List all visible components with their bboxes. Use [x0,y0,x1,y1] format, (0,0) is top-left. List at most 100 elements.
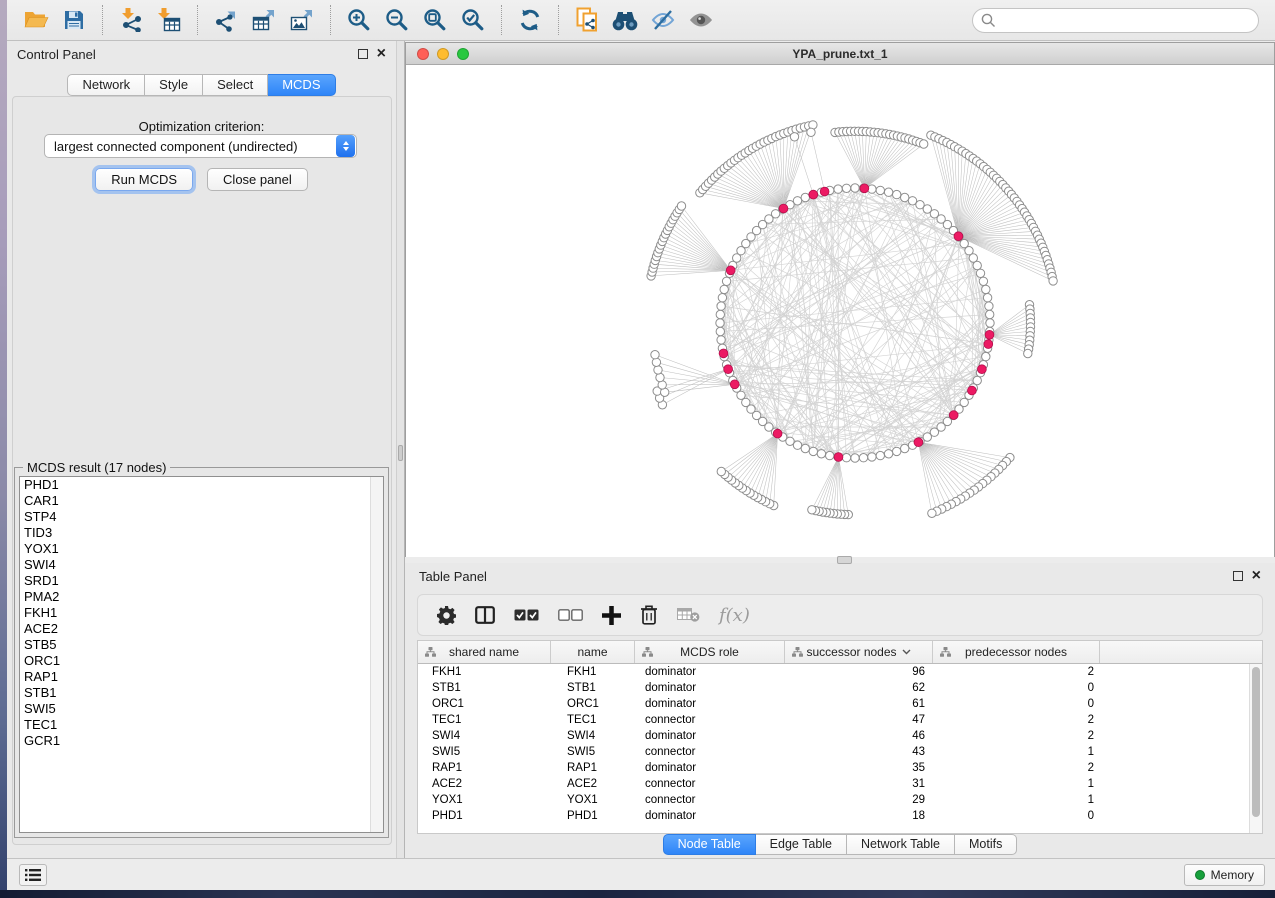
table-scrollbar-thumb[interactable] [1252,667,1260,817]
float-panel-icon[interactable] [358,49,368,59]
mcds-result-node[interactable]: SRD1 [20,573,383,589]
network-canvas[interactable] [406,65,1274,557]
mcds-result-node[interactable]: STB1 [20,685,383,701]
mcds-result-node[interactable]: STP4 [20,509,383,525]
export-image-icon[interactable] [283,3,321,37]
cell-mcds_role: dominator [635,762,785,774]
float-table-panel-icon[interactable] [1233,571,1243,581]
close-panel-icon[interactable]: × [377,49,386,59]
mcds-result-node[interactable]: CAR1 [20,493,383,509]
cell-successor_nodes: 96 [785,666,933,678]
table-row[interactable]: PHD1PHD1dominator180 [418,808,1262,824]
save-session-icon[interactable] [55,3,93,37]
column-header-filler [1100,641,1262,663]
network-window-title: YPA_prune.txt_1 [792,47,887,61]
mcds-result-list: PHD1CAR1STP4TID3YOX1SWI4SRD1PMA2FKH1ACE2… [19,476,384,833]
cell-shared_name: TEC1 [418,714,551,726]
refresh-icon[interactable] [511,3,549,37]
column-header-MCDS-role[interactable]: MCDS role [635,641,785,663]
control-panel-title: Control Panel [17,47,96,62]
delete-trash-icon[interactable] [640,605,658,625]
mcds-result-node[interactable]: SWI5 [20,701,383,717]
delete-table-icon[interactable] [677,608,700,622]
column-header-predecessor-nodes[interactable]: predecessor nodes [933,641,1100,663]
import-table-icon[interactable] [150,3,188,37]
network-window-titlebar[interactable]: YPA_prune.txt_1 [406,43,1274,65]
open-file-icon[interactable] [17,3,55,37]
mcds-result-node[interactable]: RAP1 [20,669,383,685]
table-scrollbar[interactable] [1249,664,1262,833]
export-table-icon[interactable] [245,3,283,37]
cell-shared_name: PHD1 [418,810,551,822]
minimize-window-icon[interactable] [437,48,449,60]
task-history-button[interactable] [19,864,47,886]
zoom-fit-icon[interactable] [416,3,454,37]
mcds-result-node[interactable]: GCR1 [20,733,383,749]
table-row[interactable]: TEC1TEC1connector472 [418,712,1262,728]
table-settings-gear-icon[interactable] [437,606,456,625]
cell-mcds_role: connector [635,794,785,806]
mcds-result-node[interactable]: YOX1 [20,541,383,557]
mcds-result-node[interactable]: STB5 [20,637,383,653]
table-row[interactable]: RAP1RAP1dominator352 [418,760,1262,776]
first-neighbors-icon[interactable] [606,3,644,37]
search-input[interactable] [972,8,1259,33]
mcds-list-scrollbar[interactable] [370,477,383,832]
mcds-result-node[interactable]: FKH1 [20,605,383,621]
table-row[interactable]: ORC1ORC1dominator610 [418,696,1262,712]
mcds-result-node[interactable]: ACE2 [20,621,383,637]
tab-style[interactable]: Style [145,74,203,96]
table-row[interactable]: STB1STB1dominator620 [418,680,1262,696]
cell-name: ORC1 [551,698,635,710]
table-row[interactable]: FKH1FKH1dominator962 [418,664,1262,680]
add-row-plus-icon[interactable] [602,606,621,625]
vertical-splitter[interactable] [396,41,405,858]
maximize-window-icon[interactable] [457,48,469,60]
hide-selected-icon[interactable] [644,3,682,37]
mcds-result-node[interactable]: ORC1 [20,653,383,669]
table-row[interactable]: SWI4SWI4dominator462 [418,728,1262,744]
import-network-icon[interactable] [112,3,150,37]
zoom-out-icon[interactable] [378,3,416,37]
show-all-icon[interactable] [682,3,720,37]
cell-predecessor_nodes: 0 [933,682,1100,694]
column-header-successor-nodes[interactable]: successor nodes [785,641,933,663]
select-all-icon[interactable] [514,609,539,621]
tab-node-table[interactable]: Node Table [663,834,756,855]
table-row[interactable]: ACE2ACE2connector311 [418,776,1262,792]
tab-edge-table[interactable]: Edge Table [756,834,847,855]
memory-button[interactable]: Memory [1184,864,1265,886]
horizontal-splitter-grip[interactable] [837,556,852,564]
close-panel-button[interactable]: Close panel [207,168,308,191]
table-row[interactable]: SWI5SWI5connector431 [418,744,1262,760]
close-table-panel-icon[interactable]: × [1252,571,1261,581]
mcds-result-node[interactable]: TEC1 [20,717,383,733]
zoom-in-icon[interactable] [340,3,378,37]
tab-mcds[interactable]: MCDS [268,74,335,96]
mcds-result-node[interactable]: PHD1 [20,477,383,493]
cell-name: ACE2 [551,778,635,790]
function-builder-icon[interactable]: f(x) [719,605,750,626]
deselect-all-icon[interactable] [558,609,583,621]
mcds-result-node[interactable]: TID3 [20,525,383,541]
memory-status-dot-icon [1195,870,1205,880]
splitter-grip[interactable] [398,445,403,461]
export-network-icon[interactable] [207,3,245,37]
column-header-name[interactable]: name [551,641,635,663]
cell-predecessor_nodes: 1 [933,778,1100,790]
run-mcds-button[interactable]: Run MCDS [95,168,193,191]
tab-select[interactable]: Select [203,74,268,96]
mcds-result-node[interactable]: PMA2 [20,589,383,605]
table-row[interactable]: YOX1YOX1connector291 [418,792,1262,808]
mcds-result-node[interactable]: SWI4 [20,557,383,573]
duplicate-network-icon[interactable] [568,3,606,37]
column-header-shared-name[interactable]: shared name [418,641,551,663]
zoom-selected-icon[interactable] [454,3,492,37]
optimization-criterion-dropdown[interactable]: largest connected component (undirected) [44,134,357,158]
tab-network[interactable]: Network [67,74,145,96]
close-window-icon[interactable] [417,48,429,60]
tab-network-table[interactable]: Network Table [847,834,955,855]
cell-mcds_role: dominator [635,730,785,742]
show-columns-icon[interactable] [475,606,495,624]
tab-motifs[interactable]: Motifs [955,834,1017,855]
